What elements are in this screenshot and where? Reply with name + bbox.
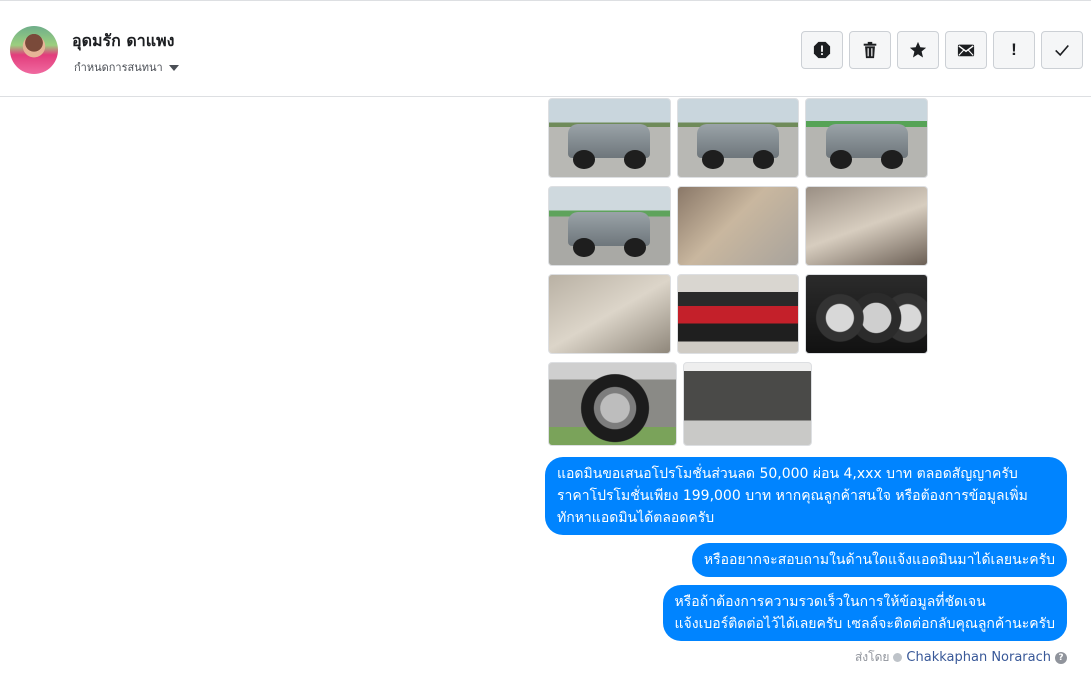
contact-name[interactable]: อุดมรัก ดาแพง [72, 29, 174, 54]
conversation-header: อุดมรัก ดาแพง กำหนดการสนทนา ! [0, 0, 1091, 97]
trash-icon [863, 41, 877, 59]
gallery-row [548, 274, 929, 354]
delete-button[interactable] [849, 31, 891, 69]
gallery-image-door-panel[interactable] [676, 186, 800, 266]
gallery-image-wheel[interactable] [548, 362, 677, 446]
gallery-image-truck-rear[interactable] [548, 98, 671, 178]
sent-by-label: ส่งโดย [854, 650, 890, 664]
gallery-row [548, 186, 929, 266]
chevron-down-icon [168, 64, 179, 71]
gallery-image-truck-front[interactable] [805, 98, 929, 178]
help-icon[interactable]: ? [1055, 651, 1067, 664]
gallery-row [548, 362, 928, 446]
sent-by-info: ส่งโดย Chakkaphan Norarach ? [855, 648, 1067, 667]
gallery-image-dashboard[interactable] [805, 186, 929, 266]
conversation-settings-label: กำหนดการสนทนา [74, 61, 163, 74]
gallery-image-truck-rear-2[interactable] [676, 98, 800, 178]
gallery-image-red-seats[interactable] [676, 274, 800, 354]
message-list: แอดมินขอเสนอโปรโมชั่นส่วนลด 50,000 ผ่อน … [545, 457, 1067, 641]
avatar[interactable] [10, 26, 58, 74]
report-button[interactable] [801, 31, 843, 69]
mark-done-button[interactable] [1041, 31, 1083, 69]
agent-name-link[interactable]: Chakkaphan Norarach [906, 650, 1051, 665]
star-icon [909, 41, 927, 58]
image-gallery [548, 98, 929, 454]
gallery-image-gauge-cluster[interactable] [805, 274, 929, 354]
gallery-image-engine-bay[interactable] [683, 362, 812, 446]
conversation-settings-dropdown[interactable]: กำหนดการสนทนา [74, 58, 179, 76]
alert-circle-icon [813, 41, 831, 59]
mark-unread-button[interactable] [945, 31, 987, 69]
envelope-icon [957, 44, 975, 57]
agent-status-icon [893, 653, 903, 662]
action-toolbar: ! [801, 31, 1083, 69]
gallery-image-front-seats[interactable] [548, 274, 671, 354]
gallery-image-truck-front-side[interactable] [548, 186, 671, 266]
mark-spam-button[interactable]: ! [993, 31, 1035, 69]
checkmark-icon [1055, 44, 1069, 57]
exclamation-icon: ! [1011, 40, 1017, 59]
message-bubble[interactable]: แอดมินขอเสนอโปรโมชั่นส่วนลด 50,000 ผ่อน … [545, 457, 1067, 535]
star-button[interactable] [897, 31, 939, 69]
message-bubble[interactable]: หรืออยากจะสอบถามในด้านใดแจ้งแอดมินมาได้เ… [691, 543, 1067, 577]
gallery-row [548, 98, 929, 178]
message-bubble[interactable]: หรือถ้าต้องการความรวดเร็วในการให้ข้อมูลท… [662, 585, 1067, 641]
